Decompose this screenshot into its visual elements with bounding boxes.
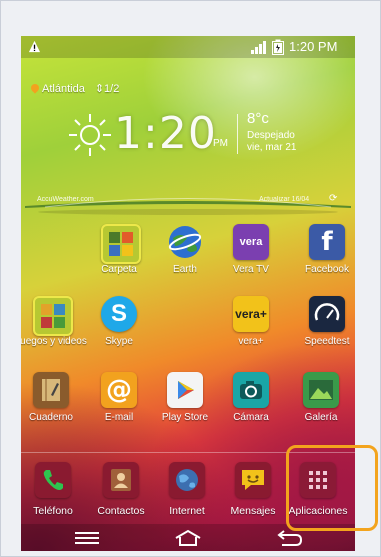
app-label: Earth bbox=[173, 264, 197, 275]
dock-label: Teléfono bbox=[33, 505, 73, 517]
app-label: E-mail bbox=[104, 412, 134, 423]
battery-icon bbox=[272, 39, 284, 55]
internet-icon bbox=[169, 462, 205, 498]
back-icon bbox=[277, 530, 303, 546]
app-vera-tv[interactable]: vera Vera TV bbox=[213, 224, 289, 284]
dock-label: Contactos bbox=[97, 505, 145, 517]
messages-icon bbox=[235, 462, 271, 498]
dock-internet[interactable]: Internet bbox=[149, 462, 225, 522]
phone-icon bbox=[35, 462, 71, 498]
weather-condition: Despejado bbox=[247, 130, 295, 141]
veraplus-icon: vera+ bbox=[233, 296, 269, 332]
weather-date: vie, mar 21 bbox=[247, 142, 297, 153]
playstore-icon bbox=[167, 372, 203, 408]
app-juegos-videos[interactable]: Juegos y videos bbox=[21, 296, 89, 356]
weather-source: AccuWeather.com bbox=[37, 196, 94, 203]
app-cuaderno[interactable]: Cuaderno bbox=[21, 372, 89, 432]
app-label: Cuaderno bbox=[29, 412, 73, 423]
highlight-box bbox=[286, 445, 378, 531]
city-name: Atlántida bbox=[42, 83, 85, 95]
app-skype[interactable]: S Skype bbox=[81, 296, 157, 356]
home-icon bbox=[175, 529, 201, 546]
weather-updated: Actualizar 16/04 bbox=[259, 196, 310, 203]
sun-icon bbox=[69, 114, 111, 156]
widget-time: 1:20 bbox=[114, 108, 217, 159]
email-icon: @ bbox=[101, 372, 137, 408]
app-email[interactable]: @ E-mail bbox=[81, 372, 157, 432]
app-carpeta[interactable]: Carpeta bbox=[81, 224, 157, 284]
app-label: Play Store bbox=[161, 412, 209, 423]
app-earth[interactable]: Earth bbox=[147, 224, 223, 284]
dock-contactos[interactable]: Contactos bbox=[83, 462, 159, 522]
home-button[interactable] bbox=[168, 527, 208, 549]
app-label: Skype bbox=[105, 336, 133, 347]
page-indicator: ⇕1/2 bbox=[94, 83, 120, 95]
landscape-decoration bbox=[25, 198, 351, 215]
app-label: Galería bbox=[304, 412, 338, 423]
widget-ampm: PM bbox=[213, 138, 228, 149]
app-galeria[interactable]: Galería bbox=[283, 372, 355, 432]
folder-icon bbox=[101, 224, 141, 264]
app-label: Cámara bbox=[233, 412, 269, 423]
warning-icon bbox=[28, 40, 41, 53]
app-label: vera+ bbox=[238, 336, 264, 347]
camera-icon bbox=[233, 372, 269, 408]
status-bar: 1:20 PM bbox=[21, 36, 355, 58]
games-folder-icon bbox=[33, 296, 73, 336]
earth-icon bbox=[167, 224, 203, 260]
dock-telefono[interactable]: Teléfono bbox=[21, 462, 91, 522]
location-pin-icon bbox=[29, 82, 41, 94]
veratv-icon: vera bbox=[233, 224, 269, 260]
app-camara[interactable]: Cámara bbox=[213, 372, 289, 432]
app-label: Juegos y videos bbox=[21, 336, 87, 347]
contacts-icon bbox=[103, 462, 139, 498]
temperature: 8°c bbox=[247, 110, 269, 127]
gallery-icon bbox=[303, 372, 339, 408]
widget-divider bbox=[237, 114, 238, 154]
refresh-icon[interactable]: ⟳ bbox=[329, 193, 337, 204]
skype-icon: S bbox=[101, 296, 137, 332]
app-label: Facebook bbox=[305, 264, 349, 275]
app-speedtest[interactable]: Speedtest bbox=[289, 296, 355, 356]
app-vera-plus[interactable]: vera+ vera+ bbox=[213, 296, 289, 356]
app-facebook[interactable]: f Facebook bbox=[289, 224, 355, 284]
location-label[interactable]: Atlántida ⇕1/2 bbox=[29, 82, 120, 95]
dock-label: Internet bbox=[169, 505, 205, 517]
status-clock: 1:20 PM bbox=[289, 39, 338, 54]
app-label: Vera TV bbox=[233, 264, 269, 275]
speedtest-icon bbox=[309, 296, 345, 332]
menu-icon bbox=[75, 532, 99, 544]
app-label: Speedtest bbox=[304, 336, 350, 347]
signal-icon bbox=[251, 41, 266, 54]
app-play-store[interactable]: Play Store bbox=[147, 372, 223, 432]
facebook-icon: f bbox=[309, 224, 345, 260]
device-frame: 1:20 PM Atlántida ⇕1/2 1:20 PM 8°c Despe… bbox=[0, 0, 381, 557]
app-label: Carpeta bbox=[101, 264, 137, 275]
menu-button[interactable] bbox=[67, 527, 107, 549]
weather-clock-widget[interactable]: 1:20 PM 8°c Despejado vie, mar 21 bbox=[59, 106, 339, 186]
notebook-icon bbox=[33, 372, 69, 408]
weather-details: Despejado vie, mar 21 bbox=[247, 130, 296, 154]
